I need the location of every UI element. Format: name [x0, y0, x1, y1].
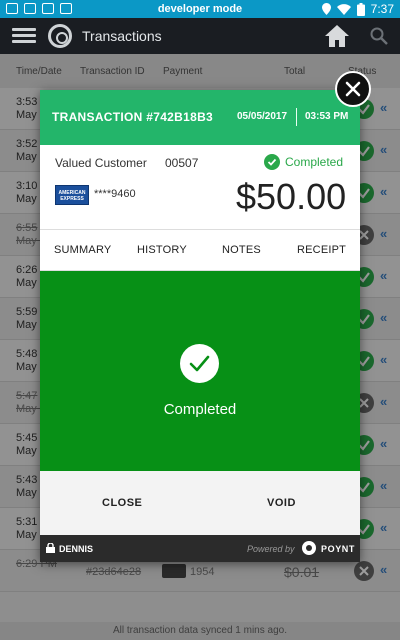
- status-bar: developer mode 7:37: [0, 0, 400, 18]
- transaction-time: 03:53 PM: [305, 111, 349, 122]
- dialog-actions: CLOSE VOID: [40, 471, 360, 535]
- status-panel-label: Completed: [163, 401, 237, 418]
- logged-in-user: DENNIS: [59, 544, 94, 554]
- brand-name: POYNT: [321, 544, 356, 554]
- battery-icon: [356, 2, 365, 16]
- tab-summary[interactable]: SUMMARY: [54, 244, 111, 256]
- header-divider: [296, 108, 297, 126]
- void-button[interactable]: VOID: [267, 497, 296, 509]
- location-icon: [321, 3, 331, 15]
- lock-icon: [46, 543, 55, 553]
- customer-name: Valued Customer: [55, 156, 147, 170]
- app-bar: Transactions: [0, 18, 400, 54]
- system-icons: 7:37: [321, 2, 394, 16]
- amex-card-icon: AMERICAN EXPRESS: [55, 185, 89, 205]
- transaction-amount: $50.00: [236, 176, 347, 217]
- search-icon[interactable]: [370, 27, 388, 45]
- home-icon[interactable]: [324, 24, 350, 48]
- tab-receipt[interactable]: RECEIPT: [297, 244, 346, 256]
- wifi-icon: [336, 3, 351, 15]
- hamburger-icon[interactable]: [12, 28, 36, 44]
- check-icon: [180, 344, 219, 383]
- poynt-logo-icon: [302, 541, 316, 555]
- status-panel: Completed: [40, 271, 360, 471]
- check-circle-icon: [264, 154, 280, 170]
- dialog-footer: DENNIS Powered by POYNT: [40, 535, 360, 562]
- powered-by-label: Powered by: [247, 544, 295, 554]
- clock: 7:37: [370, 2, 394, 16]
- tab-notes[interactable]: NOTES: [222, 244, 261, 256]
- page-title: Transactions: [82, 28, 162, 44]
- transaction-date: 05/05/2017: [237, 111, 288, 122]
- status-badge-label: Completed: [285, 155, 344, 169]
- dialog-tabs: SUMMARY HISTORY NOTES RECEIPT: [40, 229, 360, 271]
- close-button[interactable]: CLOSE: [102, 497, 142, 509]
- customer-number: 00507: [165, 156, 199, 170]
- transaction-number: TRANSACTION #742B18B3: [52, 110, 214, 124]
- tab-history[interactable]: HISTORY: [137, 244, 187, 256]
- card-last-four: ****9460: [94, 188, 136, 200]
- poynt-logo-icon: [48, 24, 72, 48]
- dialog-header: TRANSACTION #742B18B3 05/05/2017 03:53 P…: [40, 90, 360, 145]
- close-dialog-icon[interactable]: [335, 71, 371, 107]
- status-badge: Completed: [264, 154, 343, 170]
- transaction-dialog: TRANSACTION #742B18B3 05/05/2017 03:53 P…: [40, 90, 360, 562]
